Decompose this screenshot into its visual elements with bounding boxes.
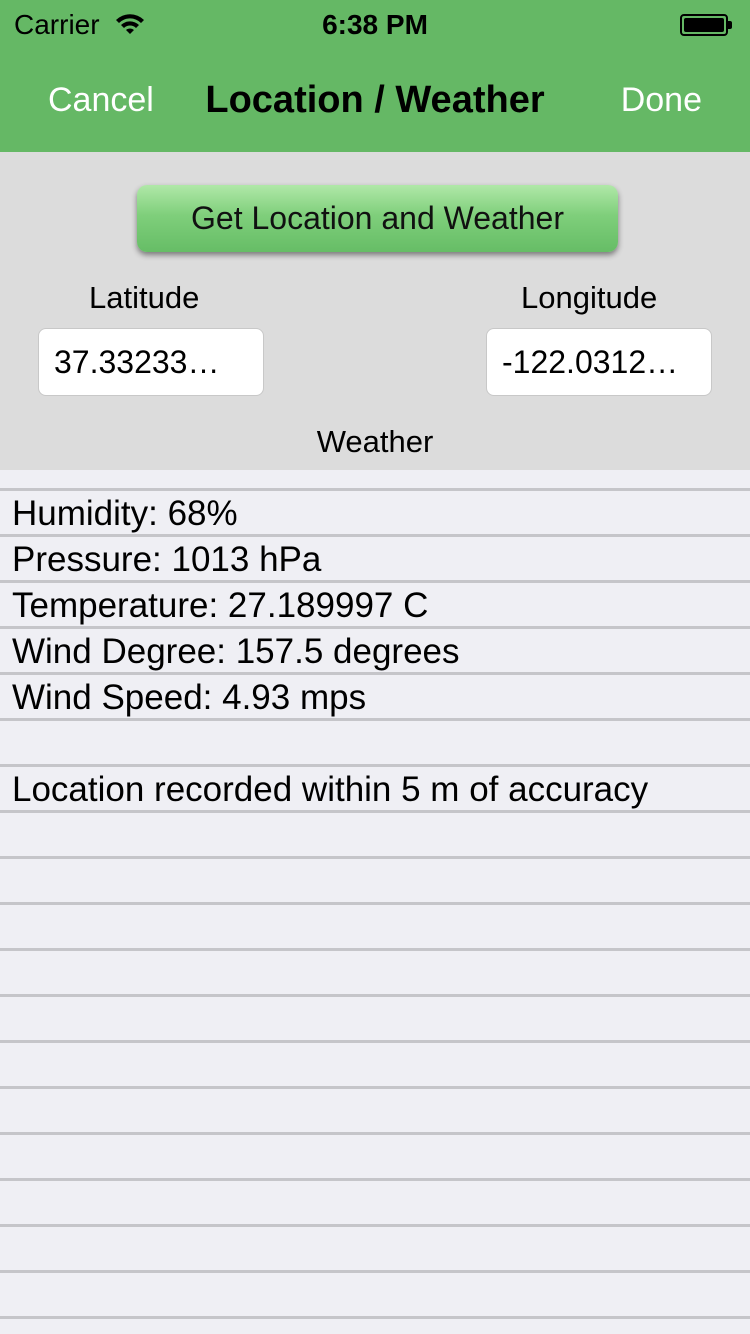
longitude-field[interactable]: -122.0312… [486,328,712,396]
weather-text-area[interactable]: Humidity: 68% Pressure: 1013 hPa Tempera… [0,470,750,1334]
temperature-line: Temperature: 27.189997 C [12,586,429,625]
wind-speed-line: Wind Speed: 4.93 mps [12,678,367,717]
navigation-bar: Cancel Location / Weather Done [0,50,750,152]
latitude-label: Latitude [89,280,200,315]
accuracy-line: Location recorded within 5 m of accuracy [12,770,649,809]
screen: Carrier 6:38 PM Cancel Location / Weathe… [0,0,750,1334]
get-location-weather-button[interactable]: Get Location and Weather [137,185,618,252]
humidity-line: Humidity: 68% [12,494,238,533]
pressure-line: Pressure: 1013 hPa [12,540,322,579]
weather-section-label: Weather [316,424,434,459]
wind-degree-line: Wind Degree: 157.5 degrees [12,632,460,671]
header: Carrier 6:38 PM Cancel Location / Weathe… [0,0,750,152]
battery-icon [680,14,732,36]
done-button[interactable]: Done [621,81,702,120]
clock: 6:38 PM [322,9,428,40]
controls-panel: Get Location and Weather Latitude Longit… [0,152,750,470]
longitude-label: Longitude [521,280,658,315]
status-bar: Carrier 6:38 PM [0,0,750,50]
latitude-field[interactable]: 37.33233… [38,328,264,396]
